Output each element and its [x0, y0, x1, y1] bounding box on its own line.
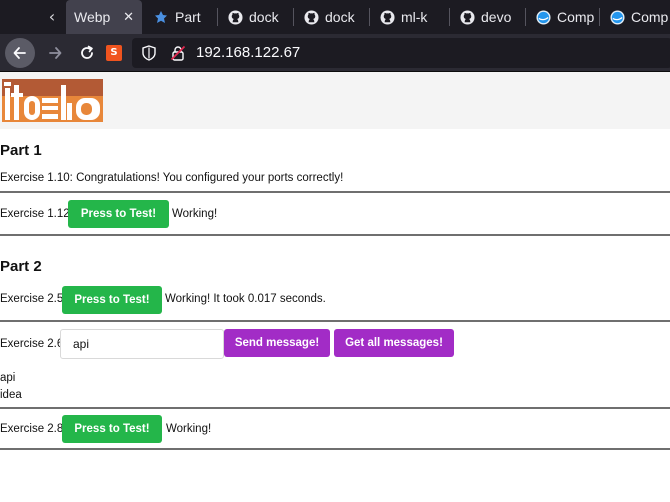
tab-github-3[interactable]: ml-k [371, 0, 447, 34]
part1-title: Part 1 [0, 142, 42, 159]
forward-button[interactable] [40, 38, 70, 68]
page-header [0, 72, 670, 129]
ex28-test-button[interactable]: Press to Test! [62, 415, 162, 443]
address-bar[interactable]: 192.168.122.67 [132, 38, 670, 68]
message-item: idea [0, 389, 22, 401]
docker-icon [535, 9, 551, 25]
tab-separator [599, 8, 600, 26]
github-icon [227, 9, 243, 25]
close-icon[interactable]: ✕ [123, 10, 134, 25]
tab-separator [449, 8, 450, 26]
star-icon [153, 9, 169, 25]
ex112-test-button[interactable]: Press to Test! [68, 200, 169, 228]
tab-label: Comp [631, 9, 669, 25]
itoska-logo [2, 79, 103, 122]
ex25-test-button[interactable]: Press to Test! [62, 286, 162, 314]
browser-nav-bar: S 192.168.122.67 [0, 34, 670, 72]
tab-part[interactable]: Part [145, 0, 215, 34]
tab-label: dock [325, 9, 355, 25]
github-icon [459, 9, 475, 25]
tab-label: dock [249, 9, 279, 25]
tab-separator [293, 8, 294, 26]
insecure-lock-icon[interactable] [170, 45, 186, 65]
tab-separator [369, 8, 370, 26]
tab-label: ml-k [401, 9, 428, 25]
arrow-left-icon [13, 47, 26, 59]
exercise-2-5-label: Exercise 2.5: [0, 293, 67, 305]
arrow-right-icon [49, 47, 62, 59]
exercise-1-10-text: Exercise 1.10: Congratulations! You conf… [0, 172, 344, 184]
part2-title: Part 2 [0, 258, 42, 275]
tab-scroll-left-button[interactable]: ‹ [38, 0, 66, 34]
exercise-2-8-label: Exercise 2.8: [0, 423, 67, 435]
tab-compose-2[interactable]: Comp [601, 0, 670, 34]
tab-label: Comp [557, 9, 595, 25]
exercise-2-8-status: Working! [166, 423, 212, 435]
shield-icon[interactable] [142, 45, 156, 65]
tab-webpage[interactable]: Webp ✕ [66, 0, 142, 34]
reload-button[interactable] [72, 38, 102, 68]
exercise-1-12-label: Exercise 1.12: [0, 208, 73, 220]
tab-label: Webp [74, 9, 111, 25]
github-icon [379, 9, 395, 25]
tab-github-2[interactable]: dock [295, 0, 367, 34]
docker-icon [609, 9, 625, 25]
url-text[interactable]: 192.168.122.67 [196, 38, 300, 68]
back-button[interactable] [5, 38, 35, 68]
send-message-button[interactable]: Send message! [224, 329, 330, 357]
get-all-messages-button[interactable]: Get all messages! [334, 329, 454, 357]
divider [0, 234, 670, 236]
github-icon [303, 9, 319, 25]
divider [0, 448, 670, 450]
tab-separator [217, 8, 218, 26]
message-input[interactable]: api [60, 329, 224, 359]
tab-separator [525, 8, 526, 26]
message-item: api [0, 372, 16, 384]
tab-label: Part [175, 9, 201, 25]
exercise-2-5-status: Working! It took 0.017 seconds. [165, 293, 326, 305]
tab-github-1[interactable]: dock [219, 0, 291, 34]
exercise-2-6-label: Exercise 2.6: [0, 338, 67, 350]
tab-github-4[interactable]: devo [451, 0, 523, 34]
divider [0, 191, 670, 193]
reload-icon [81, 45, 93, 59]
tab-compose-1[interactable]: Comp [527, 0, 597, 34]
divider [0, 320, 670, 322]
exercise-1-12-status: Working! [172, 208, 218, 220]
tab-label: devo [481, 9, 512, 25]
browser-tab-bar: ‹ Webp ✕ Part dock dock ml-k devo Comp C… [0, 0, 670, 34]
extension-button[interactable]: S [106, 45, 122, 61]
divider [0, 407, 670, 409]
